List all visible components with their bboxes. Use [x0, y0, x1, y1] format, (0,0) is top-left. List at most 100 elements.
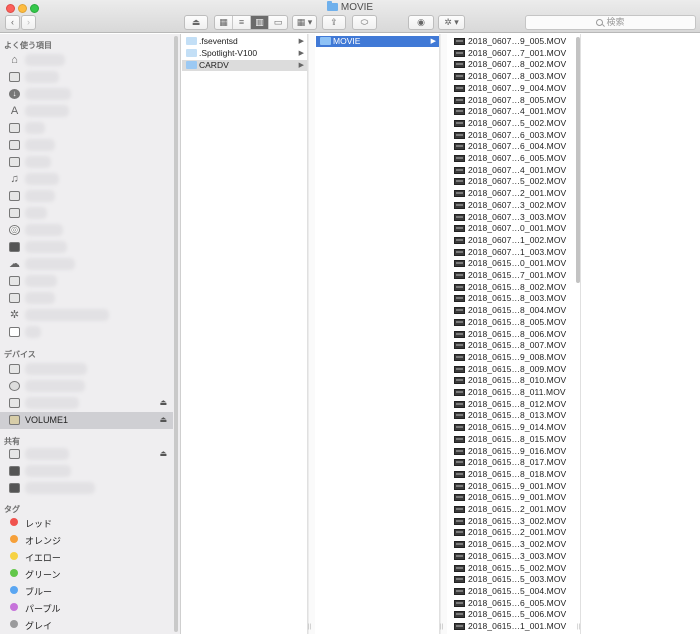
sidebar-item-movies[interactable]	[0, 154, 173, 171]
file-row[interactable]: 2018_0615…2_001.MOV	[447, 504, 580, 515]
sidebar-scrollbar[interactable]	[174, 36, 178, 632]
sidebar-item-airdrop[interactable]: ◎	[0, 222, 173, 239]
file-row[interactable]: 2018_0615…8_003.MOV	[447, 293, 580, 304]
file-row[interactable]: 2018_0615…8_017.MOV	[447, 457, 580, 468]
file-row[interactable]: 2018_0615…8_011.MOV	[447, 387, 580, 398]
sidebar-item-shared[interactable]	[0, 463, 173, 480]
eject-icon[interactable]: ⏏	[159, 398, 167, 407]
column-resize-grip[interactable]: ||	[577, 624, 580, 630]
gallery-view-button[interactable]: ▭	[269, 16, 287, 29]
file-row[interactable]: 2018_0607…1_002.MOV	[447, 235, 580, 246]
sidebar-tag-item[interactable]: オレンジ	[0, 531, 173, 548]
back-button[interactable]: ‹	[5, 15, 20, 30]
sidebar-tag-item[interactable]: グリーン	[0, 565, 173, 582]
sidebar-item-home[interactable]: ⌂	[0, 52, 173, 69]
file-row[interactable]: 2018_0615…8_010.MOV	[447, 375, 580, 386]
sidebar-item-music[interactable]: ♫	[0, 171, 173, 188]
file-row[interactable]: 2018_0615…8_005.MOV	[447, 317, 580, 328]
list-item[interactable]: MOVIE ▶	[316, 36, 439, 47]
sidebar-item-folder[interactable]	[0, 188, 173, 205]
eject-button[interactable]: ⏏	[184, 15, 208, 30]
file-row[interactable]: 2018_0615…9_014.MOV	[447, 422, 580, 433]
eject-icon[interactable]: ⏏	[159, 449, 167, 458]
sidebar-tag-item[interactable]: イエロー	[0, 548, 173, 565]
share-button[interactable]: ⇪	[322, 15, 346, 30]
sidebar-item-folder[interactable]	[0, 290, 173, 307]
sidebar-item-device[interactable]: ⏏	[0, 395, 173, 412]
file-row[interactable]: 2018_0607…3_003.MOV	[447, 212, 580, 223]
column-resize-handle[interactable]	[440, 34, 447, 634]
icon-view-button[interactable]: ▦	[215, 16, 233, 29]
file-list-scrollbar[interactable]	[576, 37, 580, 283]
file-row[interactable]: 2018_0615…3_002.MOV	[447, 516, 580, 527]
file-row[interactable]: 2018_0607…6_005.MOV	[447, 153, 580, 164]
file-row[interactable]: 2018_0615…1_001.MOV	[447, 621, 580, 632]
file-row[interactable]: 2018_0615…9_001.MOV	[447, 492, 580, 503]
column-resize-handle[interactable]	[308, 34, 315, 634]
sidebar-item-computer[interactable]	[0, 361, 173, 378]
sidebar-tag-item[interactable]: パープル	[0, 599, 173, 616]
file-row[interactable]: 2018_0607…5_002.MOV	[447, 176, 580, 187]
file-row[interactable]: 2018_0615…9_001.MOV	[447, 481, 580, 492]
file-row[interactable]: 2018_0615…3_002.MOV	[447, 539, 580, 550]
sidebar-item-desktop[interactable]	[0, 69, 173, 86]
sidebar-item-folder[interactable]	[0, 273, 173, 290]
file-row[interactable]: 2018_0615…2_001.MOV	[447, 527, 580, 538]
file-row[interactable]: 2018_0607…6_003.MOV	[447, 130, 580, 141]
column-view-button[interactable]: ▥	[251, 16, 269, 29]
edit-tags-button[interactable]: ⬭	[352, 15, 377, 30]
file-row[interactable]: 2018_0607…5_002.MOV	[447, 118, 580, 129]
sidebar-item-pictures[interactable]	[0, 137, 173, 154]
file-row[interactable]: 2018_0607…4_001.MOV	[447, 106, 580, 117]
file-row[interactable]: 2018_0615…5_003.MOV	[447, 574, 580, 585]
file-row[interactable]: 2018_0615…8_013.MOV	[447, 410, 580, 421]
file-row[interactable]: 2018_0615…8_006.MOV	[447, 329, 580, 340]
file-row[interactable]: 2018_0615…6_005.MOV	[447, 598, 580, 609]
eject-icon[interactable]: ⏏	[159, 415, 167, 424]
file-row[interactable]: 2018_0615…8_009.MOV	[447, 364, 580, 375]
file-row[interactable]: 2018_0615…0_001.MOV	[447, 258, 580, 269]
forward-button[interactable]: ›	[21, 15, 36, 30]
list-item[interactable]: .Spotlight-V100 ▶	[182, 48, 307, 59]
file-row[interactable]: 2018_0607…7_001.MOV	[447, 48, 580, 59]
file-row[interactable]: 2018_0615…9_016.MOV	[447, 446, 580, 457]
sidebar-tag-item[interactable]: グレイ	[0, 616, 173, 633]
file-row[interactable]: 2018_0607…8_003.MOV	[447, 71, 580, 82]
file-row[interactable]: 2018_0615…9_008.MOV	[447, 352, 580, 363]
sidebar-item-documents[interactable]	[0, 120, 173, 137]
sidebar-item-drive[interactable]	[0, 239, 173, 256]
file-row[interactable]: 2018_0615…8_004.MOV	[447, 305, 580, 316]
file-row[interactable]: 2018_0607…8_002.MOV	[447, 59, 580, 70]
file-row[interactable]: 2018_0615…8_015.MOV	[447, 434, 580, 445]
file-row[interactable]: 2018_0615…5_002.MOV	[447, 563, 580, 574]
file-row[interactable]: 2018_0607…0_001.MOV	[447, 223, 580, 234]
file-row[interactable]: 2018_0615…8_002.MOV	[447, 282, 580, 293]
sidebar-tag-item[interactable]: ブルー	[0, 582, 173, 599]
file-row[interactable]: 2018_0607…3_002.MOV	[447, 200, 580, 211]
list-item[interactable]: CARDV ▶	[182, 60, 307, 71]
file-row[interactable]: 2018_0607…1_003.MOV	[447, 247, 580, 258]
file-row[interactable]: 2018_0615…8_018.MOV	[447, 469, 580, 480]
sidebar-item-volume1[interactable]: VOLUME1 ⏏	[0, 412, 173, 429]
action-menu-button[interactable]: ✲ ▾	[438, 15, 465, 30]
file-row[interactable]: 2018_0607…2_001.MOV	[447, 188, 580, 199]
file-row[interactable]: 2018_0607…9_005.MOV	[447, 36, 580, 47]
sidebar-item-icloud[interactable]: ☁	[0, 256, 173, 273]
sidebar-item-disc[interactable]	[0, 378, 173, 395]
file-row[interactable]: 2018_0615…8_007.MOV	[447, 340, 580, 351]
file-row[interactable]: 2018_0615…5_004.MOV	[447, 586, 580, 597]
file-row[interactable]: 2018_0615…3_003.MOV	[447, 551, 580, 562]
group-by-button[interactable]: ▦ ▾	[292, 15, 317, 30]
list-view-button[interactable]: ≡	[233, 16, 251, 29]
sidebar-tag-item[interactable]: レッド	[0, 514, 173, 531]
sidebar-item-shared[interactable]	[0, 480, 173, 497]
file-row[interactable]: 2018_0607…8_005.MOV	[447, 95, 580, 106]
list-item[interactable]: .fseventsd ▶	[182, 36, 307, 47]
sidebar-item-applications[interactable]: A	[0, 103, 173, 120]
column-resize-grip[interactable]: ||	[440, 624, 443, 630]
sidebar-item-shared[interactable]: ⏏	[0, 446, 173, 463]
file-row[interactable]: 2018_0615…7_001.MOV	[447, 270, 580, 281]
file-row[interactable]: 2018_0615…5_006.MOV	[447, 609, 580, 620]
sidebar-item-downloads[interactable]: ↓	[0, 86, 173, 103]
search-field[interactable]: 検索	[525, 15, 696, 30]
